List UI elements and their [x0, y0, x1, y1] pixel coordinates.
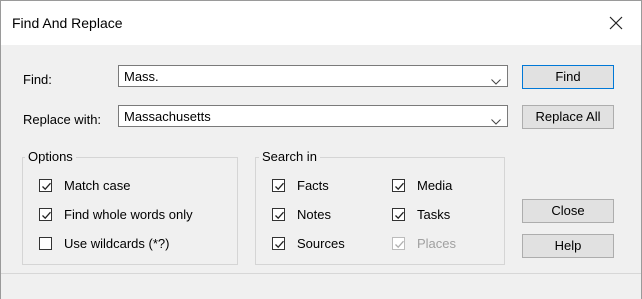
- facts-label[interactable]: Facts: [297, 178, 329, 193]
- chevron-down-icon[interactable]: [491, 113, 501, 128]
- search-in-group: [255, 157, 505, 265]
- tasks-checkbox[interactable]: [392, 208, 405, 221]
- find-combobox[interactable]: Mass.: [118, 65, 508, 87]
- wildcards-checkbox[interactable]: [39, 237, 52, 250]
- notes-label[interactable]: Notes: [297, 207, 331, 222]
- media-checkbox[interactable]: [392, 179, 405, 192]
- options-title: Options: [25, 149, 76, 164]
- title-bar: Find And Replace: [1, 1, 641, 45]
- replace-input[interactable]: Massachusetts: [124, 109, 211, 124]
- whole-words-checkbox[interactable]: [39, 208, 52, 221]
- find-input[interactable]: Mass.: [124, 69, 159, 84]
- places-label: Places: [417, 236, 457, 251]
- places-checkbox: [392, 237, 405, 250]
- match-case-label[interactable]: Match case: [64, 178, 130, 193]
- media-label[interactable]: Media: [417, 178, 452, 193]
- whole-words-label[interactable]: Find whole words only: [64, 207, 193, 222]
- replace-label: Replace with:: [23, 112, 102, 127]
- help-button[interactable]: Help: [522, 234, 614, 258]
- tasks-label[interactable]: Tasks: [417, 207, 450, 222]
- status-bar: [1, 273, 641, 299]
- sources-label[interactable]: Sources: [297, 236, 345, 251]
- find-replace-dialog: Find And Replace Find: Mass. Find Replac…: [0, 0, 642, 299]
- wildcards-label[interactable]: Use wildcards (*?): [64, 236, 169, 251]
- match-case-checkbox[interactable]: [39, 179, 52, 192]
- notes-checkbox[interactable]: [272, 208, 285, 221]
- sources-checkbox[interactable]: [272, 237, 285, 250]
- facts-checkbox[interactable]: [272, 179, 285, 192]
- find-button[interactable]: Find: [522, 65, 614, 89]
- find-label: Find:: [23, 72, 52, 87]
- replace-all-button[interactable]: Replace All: [522, 105, 614, 129]
- replace-combobox[interactable]: Massachusetts: [118, 105, 508, 127]
- search-in-title: Search in: [259, 149, 320, 164]
- close-icon[interactable]: [603, 11, 629, 35]
- close-button[interactable]: Close: [522, 199, 614, 223]
- dialog-title: Find And Replace: [12, 15, 123, 31]
- chevron-down-icon[interactable]: [491, 73, 501, 88]
